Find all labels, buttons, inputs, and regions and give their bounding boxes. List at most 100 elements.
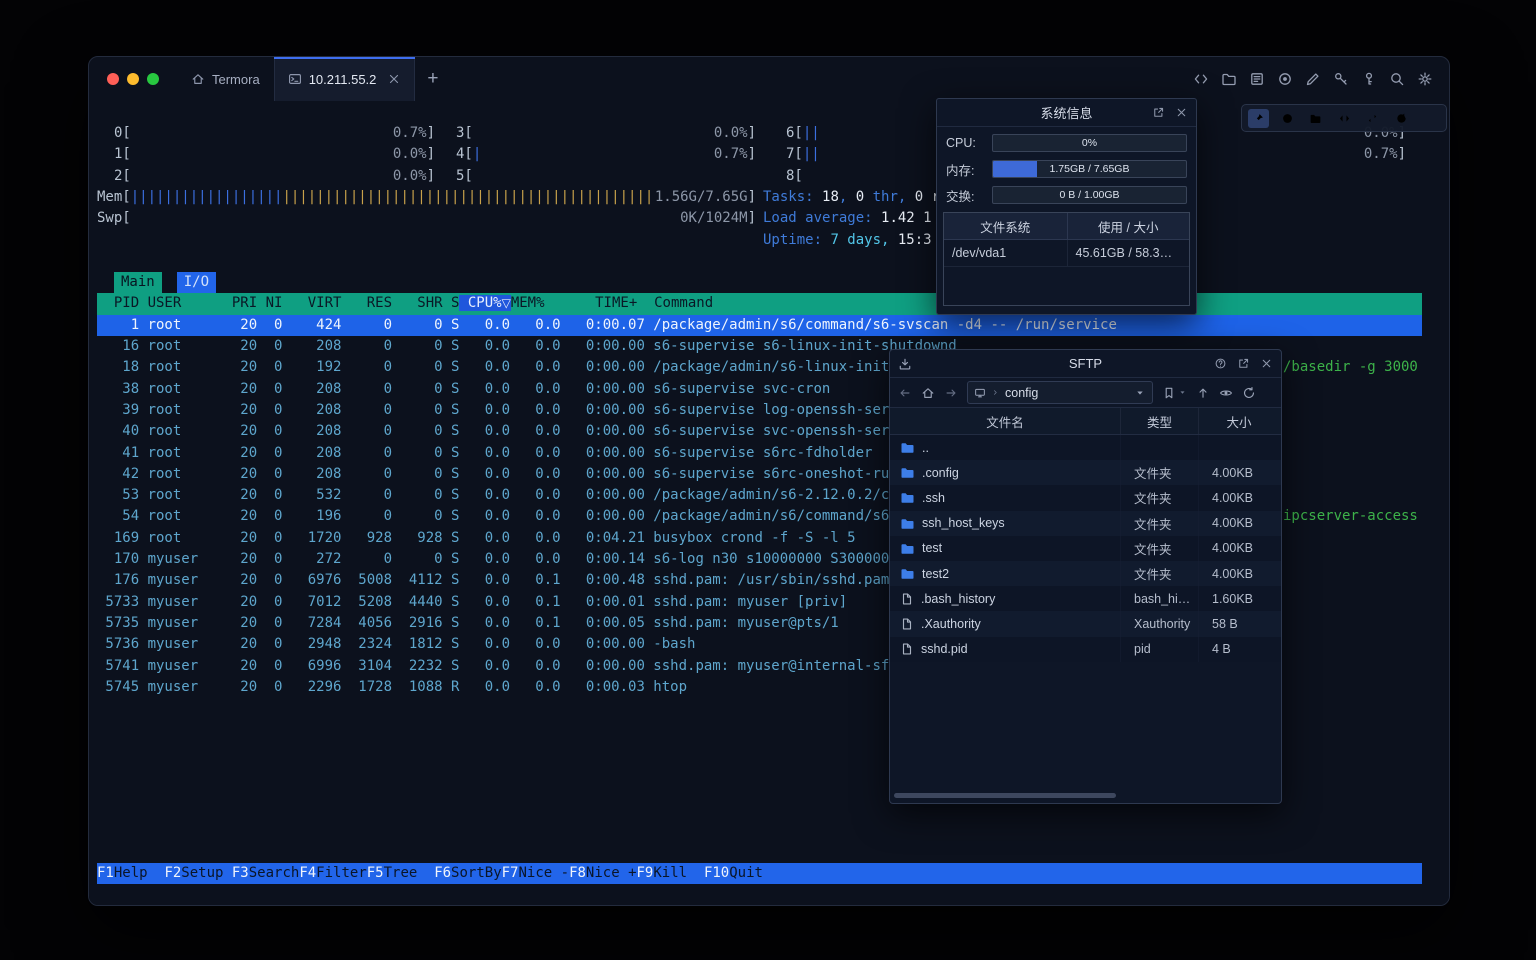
file-row[interactable]: .bash_historybash_hi…1.60KB <box>890 586 1281 611</box>
folder-icon <box>900 465 915 480</box>
back-button[interactable] <box>898 386 912 400</box>
file-name: .ssh <box>922 491 945 505</box>
htop-view-tabs: Main I/O <box>114 272 231 293</box>
fnkey-quit[interactable]: F10Quit <box>704 863 780 884</box>
htop-tab-Main[interactable]: Main <box>114 272 162 293</box>
minimize-window-button[interactable] <box>127 73 139 85</box>
fnkey-setup[interactable]: F2Setup <box>164 863 231 884</box>
file-row[interactable]: .XauthorityXauthority58 B <box>890 611 1281 636</box>
folder-icon <box>900 541 915 556</box>
file-row[interactable]: test文件夹4.00KB <box>890 536 1281 561</box>
fnkey-nice+[interactable]: F8Nice + <box>569 863 636 884</box>
cpu-meter: 2[0.0%] <box>114 166 435 187</box>
parent-directory-button[interactable] <box>1196 386 1210 400</box>
close-panel-icon[interactable] <box>1175 106 1188 119</box>
close-window-button[interactable] <box>107 73 119 85</box>
code-icon[interactable] <box>1334 109 1355 128</box>
refresh-button[interactable] <box>1242 386 1256 400</box>
file-row[interactable]: .. <box>890 435 1281 460</box>
pin-icon[interactable] <box>1248 109 1269 128</box>
close-icon[interactable] <box>1419 109 1440 128</box>
cpu-meter: 5[ <box>456 166 756 187</box>
file-size: 1.60KB <box>1198 586 1279 611</box>
file-row[interactable]: sshd.pidpid4 B <box>890 637 1281 662</box>
process-table-header[interactable]: PID USER PRI NI VIRT RES SHR S CPU%▽MEM%… <box>97 293 1422 314</box>
search-icon[interactable] <box>1389 71 1405 87</box>
tab-session[interactable]: 10.211.55.2 <box>274 57 416 101</box>
system-info-header: 系统信息 <box>937 99 1196 127</box>
new-tab-button[interactable]: + <box>415 57 450 101</box>
file-type: 文件夹 <box>1120 561 1198 586</box>
bookmark-icon <box>1162 386 1176 400</box>
file-name: sshd.pid <box>921 642 968 656</box>
caret-down-icon <box>1178 388 1187 397</box>
open-in-window-icon[interactable] <box>1237 357 1250 370</box>
show-hidden-files-button[interactable] <box>1219 386 1233 400</box>
forward-button[interactable] <box>944 386 958 400</box>
system-info-panel: 系统信息 CPU:0%内存:1.75GB / 7.65GB交换:0 B / 1.… <box>936 98 1197 315</box>
sftp-table-header[interactable]: 文件名类型大小 <box>890 408 1281 435</box>
column-header[interactable]: 文件名 <box>890 408 1120 434</box>
file-row[interactable]: .config文件夹4.00KB <box>890 460 1281 485</box>
gear-icon[interactable] <box>1417 71 1433 87</box>
file-icon <box>900 617 914 631</box>
fnkey-tree[interactable]: F5Tree <box>367 863 434 884</box>
file-row[interactable]: .ssh文件夹4.00KB <box>890 485 1281 510</box>
stat-label: 内存: <box>946 160 984 179</box>
close-tab-icon[interactable] <box>387 72 401 86</box>
fnkey-filter[interactable]: F4Filter <box>299 863 366 884</box>
pencil-icon[interactable] <box>1305 71 1321 87</box>
tab-termora[interactable]: Termora <box>177 57 274 101</box>
column-header[interactable]: 大小 <box>1198 408 1279 434</box>
current-path: config <box>1005 386 1129 400</box>
stat-value: 1.75GB / 7.65GB <box>993 161 1186 177</box>
folder-icon[interactable] <box>1305 109 1326 128</box>
file-type: 文件夹 <box>1120 536 1198 561</box>
refresh-icon[interactable] <box>1391 109 1412 128</box>
file-name: .. <box>922 441 929 455</box>
fnkey-sortby[interactable]: F6SortBy <box>434 863 501 884</box>
fnkey-help[interactable]: F1Help <box>97 863 164 884</box>
file-row[interactable]: ssh_host_keys文件夹4.00KB <box>890 511 1281 536</box>
folder-icon <box>900 516 915 531</box>
file-type <box>1120 435 1198 460</box>
horizontal-scrollbar[interactable] <box>894 793 1116 798</box>
record-icon[interactable] <box>1277 71 1293 87</box>
sftp-header: SFTP <box>890 350 1281 378</box>
file-size: 4.00KB <box>1198 536 1279 561</box>
certificate-icon[interactable] <box>1361 71 1377 87</box>
memory-meter: Mem[||||||||||||||||||||||||||||||||||||… <box>97 187 756 208</box>
htop-tab-I/O[interactable]: I/O <box>177 272 216 293</box>
filesystem-table-header: 文件系统使用 / 大小 <box>944 213 1189 240</box>
process-row[interactable]: 1 root 20 0 424 0 0 S 0.0 0.0 0:00.07 /p… <box>97 315 1422 336</box>
system-summary: Uptime: 7 days, 15:3 <box>763 230 932 251</box>
folder-icon[interactable] <box>1221 71 1237 87</box>
home-button[interactable] <box>921 386 935 400</box>
help-icon[interactable] <box>1214 357 1227 370</box>
sftp-panel: SFTP config 文件名类型 <box>889 349 1282 804</box>
sftp-file-list: ...config文件夹4.00KB.ssh文件夹4.00KBssh_host_… <box>890 435 1281 662</box>
fnkey-search[interactable]: F3Search <box>232 863 299 884</box>
chevron-down-icon[interactable] <box>1134 387 1146 399</box>
zoom-window-button[interactable] <box>147 73 159 85</box>
key-icon[interactable] <box>1333 71 1349 87</box>
file-row[interactable]: test2 文件夹4.00KB <box>890 561 1281 586</box>
fnkey-kill[interactable]: F9Kill <box>637 863 704 884</box>
open-in-window-icon[interactable] <box>1152 106 1165 119</box>
logs-icon[interactable] <box>1249 71 1265 87</box>
bookmarks-button[interactable] <box>1162 386 1187 400</box>
transfer-icon[interactable] <box>1362 109 1383 128</box>
folder-icon <box>900 566 915 581</box>
column-header[interactable]: 类型 <box>1120 408 1198 434</box>
file-size: 4.00KB <box>1198 561 1279 586</box>
transfers-icon[interactable] <box>898 357 912 371</box>
close-panel-icon[interactable] <box>1260 357 1273 370</box>
fnkey-nice-[interactable]: F7Nice - <box>502 863 569 884</box>
stat-value: 0 B / 1.00GB <box>993 187 1186 203</box>
file-name: ssh_host_keys <box>922 516 1005 530</box>
file-name: .config <box>922 466 959 480</box>
code-icon[interactable] <box>1193 71 1209 87</box>
path-selector[interactable]: config <box>967 381 1153 404</box>
info-icon[interactable] <box>1277 109 1298 128</box>
file-name: test2 <box>922 567 949 581</box>
